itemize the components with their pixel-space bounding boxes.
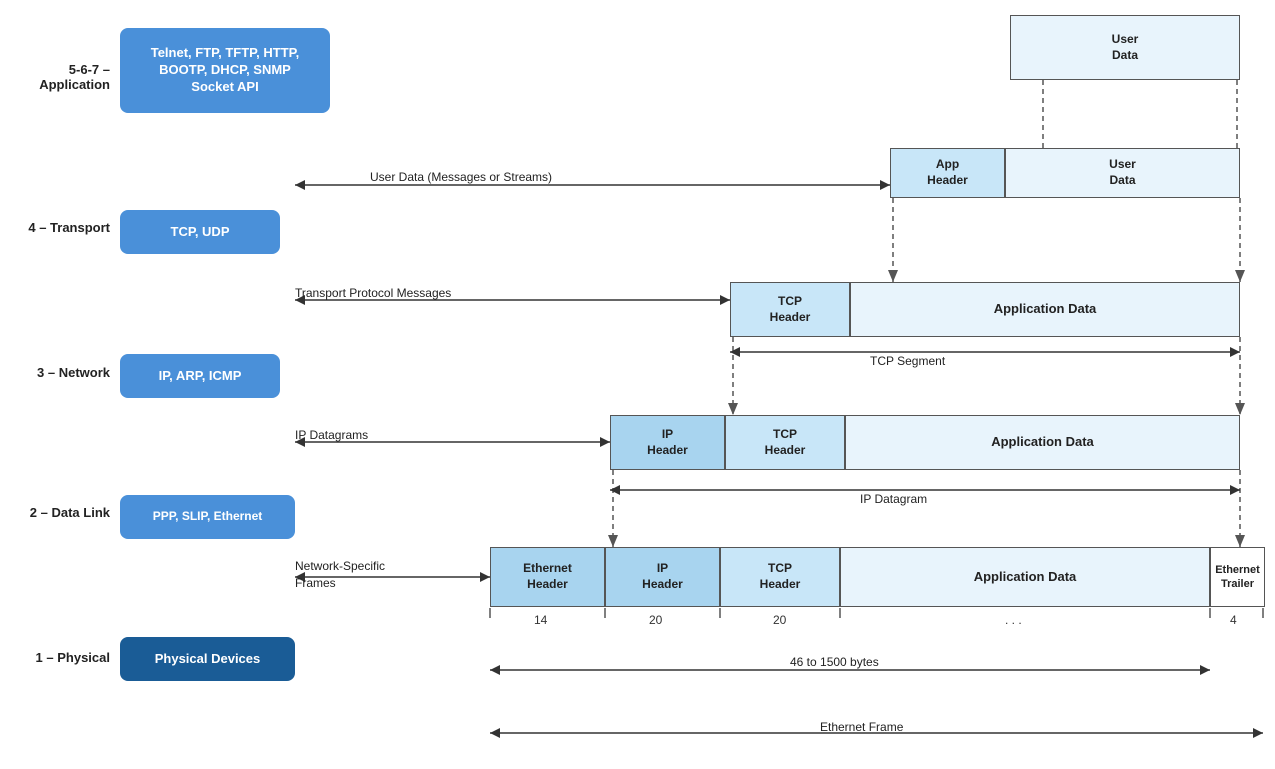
transport-proto-box: TCP, UDP: [120, 210, 280, 254]
app-header-box: AppHeader: [890, 148, 1005, 198]
eth-trailer-box: EthernetTrailer: [1210, 547, 1265, 607]
tcp-header-2-box: TCPHeader: [725, 415, 845, 470]
user-data-2-box: UserData: [1005, 148, 1240, 198]
ip-header-1-box: IPHeader: [610, 415, 725, 470]
ethernet-frame-label: Ethernet Frame: [820, 720, 903, 734]
bytes-range-label: 46 to 1500 bytes: [790, 655, 879, 669]
app-data-2-box: Application Data: [845, 415, 1240, 470]
byte-dots: . . .: [1005, 613, 1022, 627]
byte-20-2: 20: [773, 613, 786, 627]
layer-datalink: 2 – Data Link: [0, 505, 110, 520]
layer-physical: 1 – Physical: [0, 650, 110, 665]
network-proto-box: IP, ARP, ICMP: [120, 354, 280, 398]
datalink-proto-box: PPP, SLIP, Ethernet: [120, 495, 295, 539]
frames-arrow-label: Network-SpecificFrames: [295, 558, 385, 592]
transport-arrow-label: Transport Protocol Messages: [295, 286, 451, 300]
byte-14: 14: [534, 613, 547, 627]
layer-network: 3 – Network: [0, 365, 110, 380]
layer-transport: 4 – Transport: [0, 220, 110, 235]
eth-header-box: EthernetHeader: [490, 547, 605, 607]
user-data-arrow-label: User Data (Messages or Streams): [370, 170, 552, 184]
user-data-top-box: UserData: [1010, 15, 1240, 80]
app-data-3-box: Application Data: [840, 547, 1210, 607]
byte-20-1: 20: [649, 613, 662, 627]
ip-arrow-label: IP Datagrams: [295, 428, 368, 442]
byte-4: 4: [1230, 613, 1237, 627]
app-data-1-box: Application Data: [850, 282, 1240, 337]
layer-application: 5-6-7 – Application: [0, 62, 110, 92]
physical-proto-box: Physical Devices: [120, 637, 295, 681]
tcp-segment-label: TCP Segment: [870, 354, 945, 368]
network-diagram: 5-6-7 – Application 4 – Transport 3 – Ne…: [0, 0, 1275, 769]
tcp-header-3-box: TCPHeader: [720, 547, 840, 607]
app-proto-box: Telnet, FTP, TFTP, HTTP,BOOTP, DHCP, SNM…: [120, 28, 330, 113]
tcp-header-1-box: TCPHeader: [730, 282, 850, 337]
ip-header-2-box: IPHeader: [605, 547, 720, 607]
ip-datagram-label: IP Datagram: [860, 492, 927, 506]
